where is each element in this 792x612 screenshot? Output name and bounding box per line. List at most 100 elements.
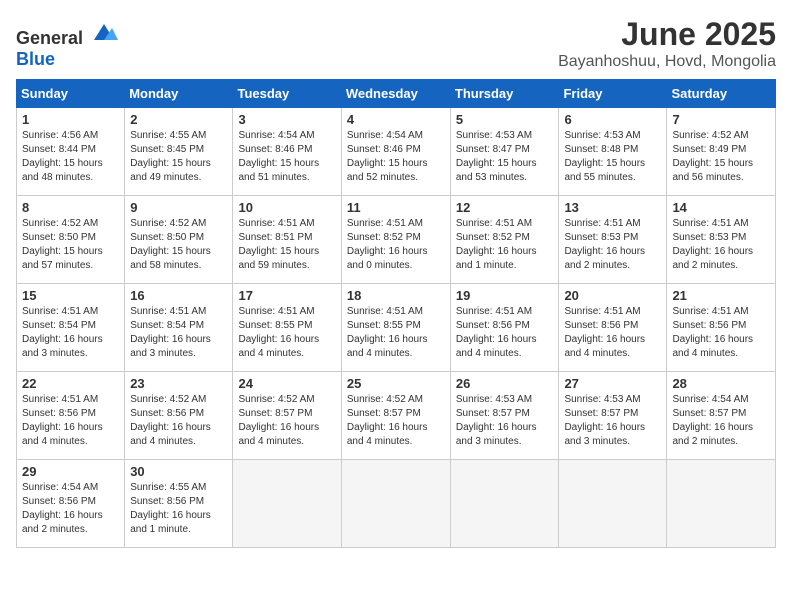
day-detail: Sunrise: 4:54 AMSunset: 8:46 PMDaylight:… (238, 130, 319, 183)
day-detail: Sunrise: 4:52 AMSunset: 8:57 PMDaylight:… (238, 394, 319, 447)
table-cell (233, 460, 341, 548)
col-saturday: Saturday (667, 80, 776, 108)
day-detail: Sunrise: 4:52 AMSunset: 8:49 PMDaylight:… (672, 130, 753, 183)
day-detail: Sunrise: 4:55 AMSunset: 8:45 PMDaylight:… (130, 130, 211, 183)
day-detail: Sunrise: 4:52 AMSunset: 8:50 PMDaylight:… (22, 218, 103, 271)
table-cell (667, 460, 776, 548)
day-number: 7 (672, 112, 770, 127)
table-cell: 28 Sunrise: 4:54 AMSunset: 8:57 PMDaylig… (667, 372, 776, 460)
table-cell: 1 Sunrise: 4:56 AMSunset: 8:44 PMDayligh… (17, 108, 125, 196)
table-cell: 21 Sunrise: 4:51 AMSunset: 8:56 PMDaylig… (667, 284, 776, 372)
table-cell: 20 Sunrise: 4:51 AMSunset: 8:56 PMDaylig… (559, 284, 667, 372)
table-cell: 25 Sunrise: 4:52 AMSunset: 8:57 PMDaylig… (341, 372, 450, 460)
table-cell: 16 Sunrise: 4:51 AMSunset: 8:54 PMDaylig… (125, 284, 233, 372)
table-cell: 22 Sunrise: 4:51 AMSunset: 8:56 PMDaylig… (17, 372, 125, 460)
table-cell (450, 460, 559, 548)
day-number: 10 (238, 200, 335, 215)
table-cell: 9 Sunrise: 4:52 AMSunset: 8:50 PMDayligh… (125, 196, 233, 284)
table-cell (341, 460, 450, 548)
table-cell: 18 Sunrise: 4:51 AMSunset: 8:55 PMDaylig… (341, 284, 450, 372)
day-number: 27 (564, 376, 661, 391)
week-row-2: 8 Sunrise: 4:52 AMSunset: 8:50 PMDayligh… (17, 196, 776, 284)
day-detail: Sunrise: 4:52 AMSunset: 8:56 PMDaylight:… (130, 394, 211, 447)
table-cell: 13 Sunrise: 4:51 AMSunset: 8:53 PMDaylig… (559, 196, 667, 284)
day-number: 21 (672, 288, 770, 303)
day-detail: Sunrise: 4:54 AMSunset: 8:56 PMDaylight:… (22, 482, 103, 535)
day-detail: Sunrise: 4:54 AMSunset: 8:46 PMDaylight:… (347, 130, 428, 183)
location-title: Bayanhoshuu, Hovd, Mongolia (558, 53, 776, 71)
day-number: 6 (564, 112, 661, 127)
day-number: 3 (238, 112, 335, 127)
header: General Blue June 2025 Bayanhoshuu, Hovd… (16, 16, 776, 71)
table-cell: 8 Sunrise: 4:52 AMSunset: 8:50 PMDayligh… (17, 196, 125, 284)
day-detail: Sunrise: 4:51 AMSunset: 8:56 PMDaylight:… (672, 306, 753, 359)
table-cell: 5 Sunrise: 4:53 AMSunset: 8:47 PMDayligh… (450, 108, 559, 196)
table-cell: 29 Sunrise: 4:54 AMSunset: 8:56 PMDaylig… (17, 460, 125, 548)
logo: General Blue (16, 16, 118, 70)
logo-blue: Blue (16, 49, 55, 69)
table-cell: 26 Sunrise: 4:53 AMSunset: 8:57 PMDaylig… (450, 372, 559, 460)
logo-text: General Blue (16, 16, 118, 70)
title-area: June 2025 Bayanhoshuu, Hovd, Mongolia (558, 16, 776, 71)
table-cell: 27 Sunrise: 4:53 AMSunset: 8:57 PMDaylig… (559, 372, 667, 460)
week-row-5: 29 Sunrise: 4:54 AMSunset: 8:56 PMDaylig… (17, 460, 776, 548)
day-number: 8 (22, 200, 119, 215)
day-detail: Sunrise: 4:51 AMSunset: 8:54 PMDaylight:… (22, 306, 103, 359)
day-number: 12 (456, 200, 554, 215)
table-cell: 23 Sunrise: 4:52 AMSunset: 8:56 PMDaylig… (125, 372, 233, 460)
day-number: 11 (347, 200, 445, 215)
col-tuesday: Tuesday (233, 80, 341, 108)
day-detail: Sunrise: 4:51 AMSunset: 8:52 PMDaylight:… (456, 218, 537, 271)
day-number: 22 (22, 376, 119, 391)
day-number: 28 (672, 376, 770, 391)
day-detail: Sunrise: 4:51 AMSunset: 8:51 PMDaylight:… (238, 218, 319, 271)
week-row-1b: 1 Sunrise: 4:56 AMSunset: 8:44 PMDayligh… (17, 108, 776, 196)
day-number: 14 (672, 200, 770, 215)
logo-icon (90, 16, 118, 44)
table-cell: 24 Sunrise: 4:52 AMSunset: 8:57 PMDaylig… (233, 372, 341, 460)
day-detail: Sunrise: 4:54 AMSunset: 8:57 PMDaylight:… (672, 394, 753, 447)
table-cell: 12 Sunrise: 4:51 AMSunset: 8:52 PMDaylig… (450, 196, 559, 284)
day-number: 1 (22, 112, 119, 127)
day-number: 9 (130, 200, 227, 215)
day-detail: Sunrise: 4:52 AMSunset: 8:57 PMDaylight:… (347, 394, 428, 447)
day-detail: Sunrise: 4:51 AMSunset: 8:55 PMDaylight:… (347, 306, 428, 359)
day-detail: Sunrise: 4:53 AMSunset: 8:57 PMDaylight:… (564, 394, 645, 447)
logo-general: General (16, 28, 83, 48)
col-thursday: Thursday (450, 80, 559, 108)
calendar-table: Sunday Monday Tuesday Wednesday Thursday… (16, 79, 776, 548)
col-monday: Monday (125, 80, 233, 108)
day-detail: Sunrise: 4:51 AMSunset: 8:56 PMDaylight:… (22, 394, 103, 447)
table-cell: 15 Sunrise: 4:51 AMSunset: 8:54 PMDaylig… (17, 284, 125, 372)
day-detail: Sunrise: 4:51 AMSunset: 8:54 PMDaylight:… (130, 306, 211, 359)
calendar-header-row: Sunday Monday Tuesday Wednesday Thursday… (17, 80, 776, 108)
table-cell: 30 Sunrise: 4:55 AMSunset: 8:56 PMDaylig… (125, 460, 233, 548)
day-number: 17 (238, 288, 335, 303)
table-cell: 3 Sunrise: 4:54 AMSunset: 8:46 PMDayligh… (233, 108, 341, 196)
day-number: 19 (456, 288, 554, 303)
day-number: 23 (130, 376, 227, 391)
day-number: 24 (238, 376, 335, 391)
day-number: 20 (564, 288, 661, 303)
day-detail: Sunrise: 4:51 AMSunset: 8:56 PMDaylight:… (564, 306, 645, 359)
day-detail: Sunrise: 4:51 AMSunset: 8:55 PMDaylight:… (238, 306, 319, 359)
day-number: 5 (456, 112, 554, 127)
day-number: 29 (22, 464, 119, 479)
week-row-4: 22 Sunrise: 4:51 AMSunset: 8:56 PMDaylig… (17, 372, 776, 460)
day-detail: Sunrise: 4:53 AMSunset: 8:57 PMDaylight:… (456, 394, 537, 447)
day-detail: Sunrise: 4:52 AMSunset: 8:50 PMDaylight:… (130, 218, 211, 271)
day-detail: Sunrise: 4:51 AMSunset: 8:53 PMDaylight:… (672, 218, 753, 271)
table-cell (559, 460, 667, 548)
col-friday: Friday (559, 80, 667, 108)
day-detail: Sunrise: 4:55 AMSunset: 8:56 PMDaylight:… (130, 482, 211, 535)
col-wednesday: Wednesday (341, 80, 450, 108)
table-cell: 14 Sunrise: 4:51 AMSunset: 8:53 PMDaylig… (667, 196, 776, 284)
day-number: 4 (347, 112, 445, 127)
table-cell: 4 Sunrise: 4:54 AMSunset: 8:46 PMDayligh… (341, 108, 450, 196)
day-detail: Sunrise: 4:51 AMSunset: 8:52 PMDaylight:… (347, 218, 428, 271)
table-cell: 2 Sunrise: 4:55 AMSunset: 8:45 PMDayligh… (125, 108, 233, 196)
table-cell: 19 Sunrise: 4:51 AMSunset: 8:56 PMDaylig… (450, 284, 559, 372)
day-number: 18 (347, 288, 445, 303)
day-detail: Sunrise: 4:51 AMSunset: 8:56 PMDaylight:… (456, 306, 537, 359)
day-number: 15 (22, 288, 119, 303)
